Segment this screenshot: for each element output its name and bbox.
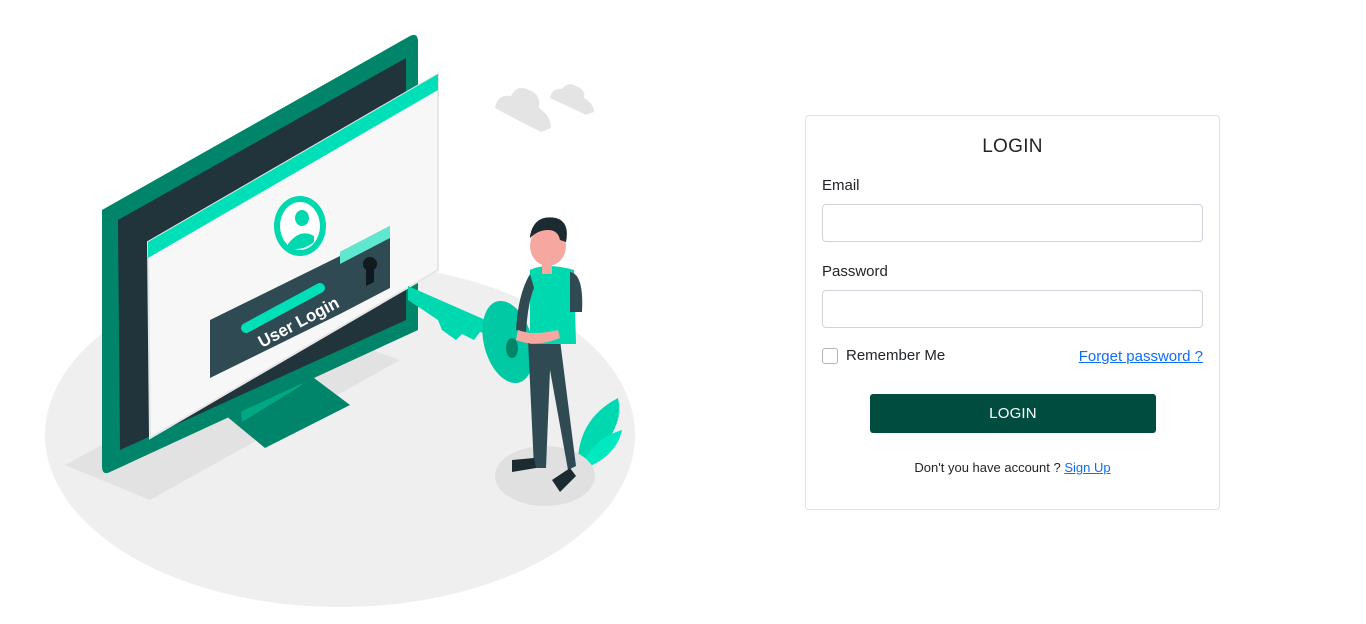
password-field[interactable] <box>822 290 1203 328</box>
signup-prompt: Don't you have account ? <box>914 460 1065 475</box>
login-illustration: User Login <box>40 30 650 615</box>
login-title: LOGIN <box>982 136 1043 157</box>
user-avatar-icon <box>274 196 326 256</box>
cloud-icon <box>495 84 594 132</box>
forgot-password-link[interactable]: Forget password ? <box>1079 348 1203 365</box>
email-field[interactable] <box>822 204 1203 242</box>
login-button[interactable]: LOGIN <box>870 394 1156 433</box>
email-label: Email <box>822 177 860 194</box>
remember-me-label[interactable]: Remember Me <box>846 347 945 364</box>
signup-link[interactable]: Sign Up <box>1064 460 1110 475</box>
password-label: Password <box>822 263 888 280</box>
remember-me-checkbox[interactable] <box>822 347 838 364</box>
login-card: LOGIN Email Password Remember Me Forget … <box>805 115 1220 510</box>
signup-row: Don't you have account ? Sign Up <box>806 460 1219 475</box>
remember-me-row: Remember Me <box>822 347 945 364</box>
